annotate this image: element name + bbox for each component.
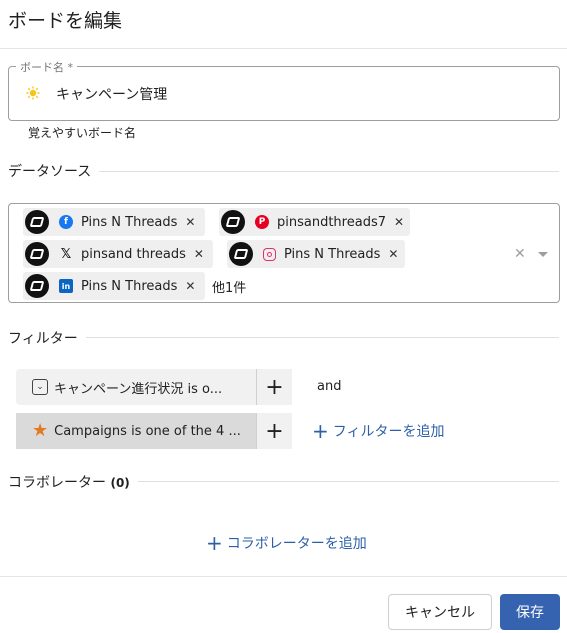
filter-chip[interactable]: ★ Campaigns is one of the 4 ... + <box>16 413 292 449</box>
collaborator-title-text: コラボレーター <box>8 475 106 491</box>
add-filter-label: フィルターを追加 <box>332 424 445 440</box>
datasource-section-title: データソース <box>8 161 100 181</box>
chip-label: pinsandthreads7 <box>277 214 386 230</box>
cancel-button[interactable]: キャンセル <box>388 594 492 630</box>
instagram-icon <box>263 247 276 261</box>
chip-remove-icon[interactable]: ✕ <box>185 215 195 229</box>
linkedin-icon: in <box>59 279 73 293</box>
add-collaborator-label: コラボレーターを追加 <box>226 536 367 552</box>
sun-emoji-icon <box>26 86 40 100</box>
filter-chip-main[interactable]: ★ Campaigns is one of the 4 ... <box>16 413 256 449</box>
facebook-icon: f <box>59 215 73 229</box>
account-avatar <box>25 210 49 234</box>
board-name-label: ボード名 * <box>16 59 77 75</box>
header-divider <box>0 48 567 49</box>
filter-chip-main[interactable]: ⌄ キャンペーン進行状況 is o... <box>16 369 256 405</box>
datasource-chip[interactable]: in Pins N Threads ✕ <box>23 272 205 300</box>
chip-remove-icon[interactable]: ✕ <box>394 215 404 229</box>
dropdown-arrow-icon[interactable] <box>538 252 548 257</box>
select-field-icon: ⌄ <box>32 379 48 395</box>
add-filter-button[interactable]: + フィルターを追加 <box>312 421 445 441</box>
datasource-chip[interactable]: f Pins N Threads ✕ <box>23 208 205 236</box>
chip-remove-icon[interactable]: ✕ <box>194 247 204 261</box>
add-condition-button[interactable]: + <box>256 369 292 405</box>
filter-label: Campaigns is one of the 4 ... <box>54 423 241 439</box>
datasource-chip[interactable]: P pinsandthreads7 ✕ <box>219 208 410 236</box>
board-name-helper: 覚えやすいボード名 <box>28 126 137 140</box>
plus-icon: + <box>312 419 329 443</box>
board-name-input[interactable]: キャンペーン管理 <box>56 84 167 104</box>
account-avatar <box>25 274 49 298</box>
plus-icon: + <box>206 531 223 555</box>
chip-label: Pins N Threads <box>284 246 381 262</box>
collaborator-section-title: コラボレーター (0) <box>8 472 138 492</box>
pinterest-icon: P <box>255 215 269 229</box>
add-condition-button[interactable]: + <box>256 413 292 449</box>
chip-label: pinsand threads <box>81 246 186 262</box>
collaborator-count: (0) <box>110 476 130 490</box>
clear-selection-icon[interactable]: ✕ <box>514 246 526 262</box>
chip-remove-icon[interactable]: ✕ <box>185 279 195 293</box>
dialog-title: ボードを編集 <box>8 10 123 32</box>
filter-label: キャンペーン進行状況 is o... <box>54 381 223 397</box>
filter-chip[interactable]: ⌄ キャンペーン進行状況 is o... + <box>16 369 292 405</box>
chip-remove-icon[interactable]: ✕ <box>388 247 398 261</box>
chip-label: Pins N Threads <box>81 214 178 230</box>
x-icon: 𝕏 <box>60 246 72 262</box>
save-button[interactable]: 保存 <box>500 594 560 630</box>
more-datasources-text: 他1件 <box>212 281 247 296</box>
chip-label: Pins N Threads <box>81 278 178 294</box>
filter-section-title: フィルター <box>8 328 86 348</box>
footer-divider <box>0 576 567 577</box>
datasource-chip[interactable]: Pins N Threads ✕ <box>227 240 405 268</box>
account-avatar <box>25 242 49 266</box>
account-avatar <box>229 242 253 266</box>
filter-divider <box>8 337 559 338</box>
filter-and-text: and <box>317 379 342 394</box>
star-icon: ★ <box>32 420 49 441</box>
datasource-chip[interactable]: 𝕏 pinsand threads ✕ <box>23 240 213 268</box>
add-collaborator-button[interactable]: + コラボレーターを追加 <box>206 533 367 553</box>
account-avatar <box>221 210 245 234</box>
